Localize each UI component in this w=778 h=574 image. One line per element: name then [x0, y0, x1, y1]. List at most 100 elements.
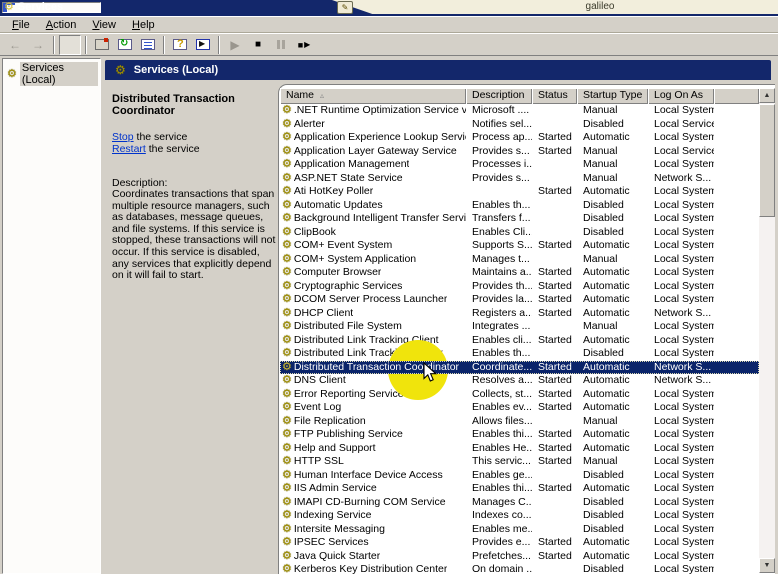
column-header-status[interactable]: Status — [532, 88, 577, 104]
service-row[interactable]: ⚙Background Intelligent Transfer Service… — [280, 212, 759, 226]
pane-banner: ⚙ Services (Local) — [105, 60, 771, 80]
service-name: DHCP Client — [294, 307, 353, 321]
service-row[interactable]: ⚙Intersite MessagingEnables me...Disable… — [280, 523, 759, 537]
service-row[interactable]: ⚙Distributed Transaction CoordinatorCoor… — [280, 361, 759, 375]
cell — [532, 172, 577, 186]
service-row[interactable]: ⚙IIS Admin ServiceEnables thi...StartedA… — [280, 482, 759, 496]
service-name: Intersite Messaging — [294, 523, 385, 537]
properties-icon — [95, 39, 109, 50]
scrollbar-thumb[interactable] — [759, 104, 775, 217]
stop-service-link[interactable]: Stop — [112, 131, 134, 143]
cell: Local System — [648, 388, 714, 402]
cell: Network S... — [648, 307, 714, 321]
service-name: Alerter — [294, 118, 325, 132]
scroll-up-button[interactable]: ▲ — [759, 88, 775, 103]
service-gear-icon: ⚙ — [282, 186, 292, 197]
service-gear-icon: ⚙ — [282, 429, 292, 440]
services-gear-icon: ⚙ — [7, 69, 17, 80]
cell: Disabled — [577, 469, 648, 483]
service-row[interactable]: ⚙Java Quick StarterPrefetches...StartedA… — [280, 550, 759, 564]
service-gear-icon: ⚙ — [282, 321, 292, 332]
export-list-button[interactable] — [137, 35, 159, 55]
service-gear-icon: ⚙ — [282, 281, 292, 292]
help-button[interactable] — [169, 35, 191, 55]
service-row[interactable]: ⚙Application Layer Gateway ServiceProvid… — [280, 145, 759, 159]
service-row[interactable]: ⚙Help and SupportEnables He...StartedAut… — [280, 442, 759, 456]
column-header-name[interactable]: Name▵ — [280, 88, 466, 104]
cell: Started — [532, 550, 577, 564]
annotation-icon[interactable]: ✎ — [337, 1, 353, 14]
service-gear-icon: ⚙ — [282, 200, 292, 211]
service-row[interactable]: ⚙AlerterNotifies sel...DisabledLocal Ser… — [280, 118, 759, 132]
cell: ⚙Indexing Service — [280, 509, 466, 523]
menu-file[interactable]: File — [4, 18, 38, 32]
cell: Disabled — [577, 212, 648, 226]
cell: ⚙Application Management — [280, 158, 466, 172]
column-header-description[interactable]: Description — [466, 88, 532, 104]
cell: Provides la... — [466, 293, 532, 307]
service-row[interactable]: ⚙COM+ System ApplicationManages t...Manu… — [280, 253, 759, 267]
restart-service-button[interactable]: ■▶ — [293, 35, 315, 55]
service-row[interactable]: ⚙Event LogEnables ev...StartedAutomaticL… — [280, 401, 759, 415]
service-row[interactable]: ⚙FTP Publishing ServiceEnables thi...Sta… — [280, 428, 759, 442]
service-row[interactable]: ⚙Cryptographic ServicesProvides th...Sta… — [280, 280, 759, 294]
service-row[interactable]: ⚙Distributed Link Tracking ServerEnables… — [280, 347, 759, 361]
cell: Local System — [648, 550, 714, 564]
arrow-left-icon: ← — [9, 38, 21, 52]
cell: Started — [532, 334, 577, 348]
service-row[interactable]: ⚙DCOM Server Process LauncherProvides la… — [280, 293, 759, 307]
service-row[interactable]: ⚙Computer BrowserMaintains a...StartedAu… — [280, 266, 759, 280]
cell: Local System — [648, 482, 714, 496]
cell: Disabled — [577, 226, 648, 240]
menu-action[interactable]: Action — [38, 18, 85, 32]
cell: Automatic — [577, 131, 648, 145]
cell: Enables ge... — [466, 469, 532, 483]
start-service-button[interactable]: ▶ — [224, 35, 246, 55]
menu-view[interactable]: View — [84, 18, 124, 32]
service-row[interactable]: ⚙Distributed File SystemIntegrates ...Ma… — [280, 320, 759, 334]
service-row[interactable]: ⚙Application ManagementProcesses i...Man… — [280, 158, 759, 172]
cell — [466, 185, 532, 199]
restart-service-link[interactable]: Restart — [112, 143, 146, 155]
service-row[interactable]: ⚙IPSEC ServicesProvides e...StartedAutom… — [280, 536, 759, 550]
refresh-button[interactable] — [114, 35, 136, 55]
service-row[interactable]: ⚙HTTP SSLThis servic...StartedManualLoca… — [280, 455, 759, 469]
cell: Automatic — [577, 239, 648, 253]
back-button[interactable]: ← — [4, 35, 26, 55]
service-row[interactable]: ⚙Error Reporting ServiceCollects, st...S… — [280, 388, 759, 402]
service-row[interactable]: ⚙File ReplicationAllows files...ManualLo… — [280, 415, 759, 429]
vertical-scrollbar[interactable]: ▲ ▼ — [759, 88, 775, 573]
service-row[interactable]: ⚙Kerberos Key Distribution CenterOn doma… — [280, 563, 759, 574]
properties-button[interactable] — [91, 35, 113, 55]
cell — [532, 347, 577, 361]
service-row[interactable]: ⚙DNS ClientResolves a...StartedAutomatic… — [280, 374, 759, 388]
column-header-startup-type[interactable]: Startup Type — [577, 88, 648, 104]
service-row[interactable]: ⚙Ati HotKey PollerStartedAutomaticLocal … — [280, 185, 759, 199]
service-row[interactable]: ⚙ASP.NET State ServiceProvides s...Manua… — [280, 172, 759, 186]
cell: Local System — [648, 185, 714, 199]
scroll-down-button[interactable]: ▼ — [759, 558, 775, 573]
menu-help[interactable]: Help — [124, 18, 163, 32]
tree-item-services-local[interactable]: ⚙ Services (Local) — [5, 61, 100, 87]
service-row[interactable]: ⚙Automatic UpdatesEnables th...DisabledL… — [280, 199, 759, 213]
service-name: File Replication — [294, 415, 366, 429]
extended-view-button[interactable] — [192, 35, 214, 55]
forward-button[interactable]: → — [27, 35, 49, 55]
service-row[interactable]: ⚙Human Interface Device AccessEnables ge… — [280, 469, 759, 483]
service-row[interactable]: ⚙Distributed Link Tracking ClientEnables… — [280, 334, 759, 348]
cell: Local System — [648, 320, 714, 334]
service-row[interactable]: ⚙COM+ Event SystemSupports S...StartedAu… — [280, 239, 759, 253]
service-row[interactable]: ⚙DHCP ClientRegisters a...StartedAutomat… — [280, 307, 759, 321]
service-row[interactable]: ⚙Application Experience Lookup ServicePr… — [280, 131, 759, 145]
service-row[interactable]: ⚙Indexing ServiceIndexes co...DisabledLo… — [280, 509, 759, 523]
background-window-label: galileo — [586, 1, 615, 12]
column-header-log-on-as[interactable]: Log On As — [648, 88, 714, 104]
service-row[interactable]: ⚙ClipBookEnables Cli...DisabledLocal Sys… — [280, 226, 759, 240]
service-row[interactable]: ⚙.NET Runtime Optimization Service v2.0.… — [280, 104, 759, 118]
show-hide-console-tree-button[interactable] — [59, 35, 81, 55]
stop-service-button[interactable]: ■ — [247, 35, 269, 55]
service-row[interactable]: ⚙IMAPI CD-Burning COM ServiceManages C..… — [280, 496, 759, 510]
pause-service-button[interactable] — [270, 35, 292, 55]
cell: ⚙IIS Admin Service — [280, 482, 466, 496]
help-icon — [173, 39, 187, 50]
